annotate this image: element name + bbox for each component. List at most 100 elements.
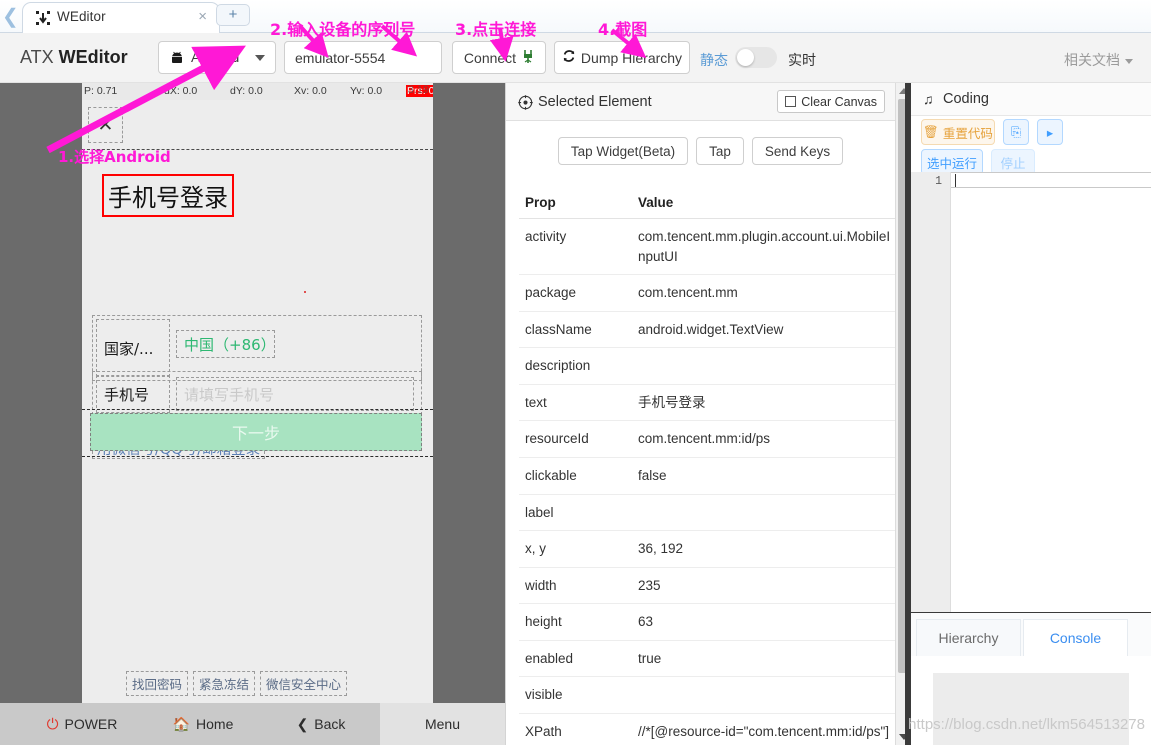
prop-value: 63 [632, 603, 897, 641]
crosshair-icon [518, 95, 533, 115]
back-button[interactable]: ❮ Back [268, 703, 374, 745]
prop-key: XPath [519, 713, 632, 745]
properties-table: Prop Value activity com.tencent.mm.plugin… [519, 187, 897, 745]
platform-select[interactable]: Android [158, 41, 276, 74]
coding-panel: ♫ Coding 🗑 重置代码 ⎘ ▸ 选中运行 停止 1 Hierarchy … [911, 83, 1151, 745]
home-label: Home [196, 716, 234, 732]
footer-link[interactable]: 找回密码 [126, 671, 189, 696]
table-row: package com.tencent.mm [519, 274, 897, 312]
col-prop: Prop [519, 187, 632, 219]
platform-label: Android [191, 49, 240, 65]
weditor-favicon [35, 10, 51, 26]
phone-input-cell[interactable]: 请填写手机号 [176, 377, 414, 411]
reset-code-button[interactable]: 🗑 重置代码 [921, 119, 995, 145]
menu-button[interactable]: Menu [380, 703, 505, 745]
country-value-cell[interactable]: 中国（+86） [176, 330, 276, 358]
device-letterbox-left [0, 83, 82, 703]
close-icon[interactable]: ✕ [88, 107, 123, 143]
power-icon: ⏻ [46, 715, 59, 733]
docs-dropdown[interactable]: 相关文档 [1064, 50, 1133, 70]
tab-console[interactable]: Console [1023, 619, 1128, 656]
table-row: resourceId com.tencent.mm:id/ps [519, 420, 897, 458]
marker-dot [304, 291, 306, 293]
bottom-panel-tabs: Hierarchy Console [911, 612, 1151, 656]
reset-code-label: 重置代码 [942, 126, 993, 141]
dump-label: Dump Hierarchy [580, 49, 683, 66]
tap-widget-button[interactable]: Tap Widget(Beta) [557, 137, 689, 165]
editor-gutter: 1 [911, 172, 951, 612]
dump-hierarchy-button[interactable]: Dump Hierarchy [554, 41, 690, 74]
send-keys-button[interactable]: Send Keys [751, 137, 844, 165]
line-number: 1 [935, 175, 942, 188]
selected-element-header: Selected Element Clear Canvas [506, 83, 895, 121]
prop-value: 235 [632, 567, 897, 605]
checkbox-icon[interactable] [785, 96, 797, 107]
table-row: activity com.tencent.mm.plugin.account.ui… [519, 218, 897, 276]
table-row: label [519, 494, 897, 532]
code-editor[interactable]: 1 [911, 172, 1151, 612]
toggle-knob [737, 49, 754, 66]
device-screen[interactable]: P: 0.71 dX: 0.0 dY: 0.0 Xv: 0.0 Yv: 0.0 … [82, 83, 433, 703]
properties-table-body: activity com.tencent.mm.plugin.account.ui… [519, 218, 897, 745]
table-row: visible [519, 676, 897, 714]
selected-highlight-title[interactable]: 手机号登录 [102, 174, 234, 217]
panel-title: Selected Element [538, 94, 652, 110]
new-tab-button[interactable]: + [216, 4, 250, 26]
footer-link[interactable]: 紧急冻结 [193, 671, 256, 696]
power-button[interactable]: ⏻ POWER [22, 703, 142, 745]
clear-canvas-button[interactable]: Clear Canvas [777, 90, 885, 113]
prop-key: resourceId [519, 420, 632, 458]
home-button[interactable]: 🏠 Home [148, 703, 258, 745]
chevron-down-icon [255, 55, 265, 61]
back-label: Back [314, 716, 346, 732]
col-value: Value [632, 187, 897, 219]
section-divider [82, 409, 433, 410]
console-body [911, 656, 1151, 745]
prop-value [632, 676, 897, 714]
prop-value: true [632, 640, 897, 678]
country-label-cell[interactable]: 国家/... [96, 319, 170, 377]
browser-back-icon[interactable]: ❮ [2, 4, 24, 30]
footer-link[interactable]: 微信安全中心 [260, 671, 348, 696]
prop-value: com.tencent.mm:id/ps [632, 420, 897, 458]
table-row: height 63 [519, 603, 897, 641]
connect-label: Connect [463, 49, 517, 66]
chevron-left-icon: ❮ [296, 715, 309, 732]
prop-key: description [519, 347, 632, 385]
table-row: text 手机号登录 [519, 384, 897, 422]
next-button[interactable]: 下一步 [90, 413, 422, 451]
phone-label-cell[interactable]: 手机号 [96, 375, 170, 413]
tap-button[interactable]: Tap [696, 137, 744, 165]
docs-label: 相关文档 [1064, 52, 1120, 68]
run-code-button[interactable]: ▸ [1037, 119, 1063, 145]
status-bar-icons-row: 3.19 [82, 83, 433, 100]
connect-button[interactable]: Connect [452, 41, 546, 74]
android-icon [169, 50, 185, 71]
selected-element-panel: Selected Element Clear Canvas Tap Widget… [505, 83, 911, 745]
prop-key: package [519, 274, 632, 312]
table-row: XPath//*[@resource-id="com.tencent.mm:id… [519, 713, 897, 745]
static-mode-label: 静态 [700, 52, 728, 68]
serial-input[interactable] [284, 41, 442, 74]
home-icon: 🏠 [172, 715, 191, 732]
tab-hierarchy[interactable]: Hierarchy [916, 619, 1021, 656]
prop-value [632, 347, 897, 385]
live-mode-toggle[interactable] [735, 47, 777, 68]
device-column: P: 0.71 dX: 0.0 dY: 0.0 Xv: 0.0 Yv: 0.0 … [0, 83, 505, 745]
table-row: enabled true [519, 640, 897, 678]
prop-value: com.tencent.mm [632, 274, 897, 312]
browser-tab-weditor[interactable]: WEditor × [22, 2, 220, 33]
close-icon[interactable]: × [198, 8, 207, 26]
prop-value: com.tencent.mm.plugin.account.ui.MobileI… [632, 218, 897, 276]
console-output[interactable] [933, 673, 1129, 745]
device-app-navbar [82, 100, 433, 150]
copy-code-button[interactable]: ⎘ [1003, 119, 1029, 145]
prop-key: className [519, 311, 632, 349]
table-header-row: Prop Value [519, 187, 897, 219]
clear-canvas-label: Clear Canvas [801, 94, 877, 109]
editor-code-area[interactable] [951, 188, 1151, 612]
device-letterbox-right [433, 83, 505, 703]
prop-value: false [632, 457, 897, 495]
live-mode-label: 实时 [788, 52, 816, 68]
brand-prefix: ATX [20, 47, 59, 67]
